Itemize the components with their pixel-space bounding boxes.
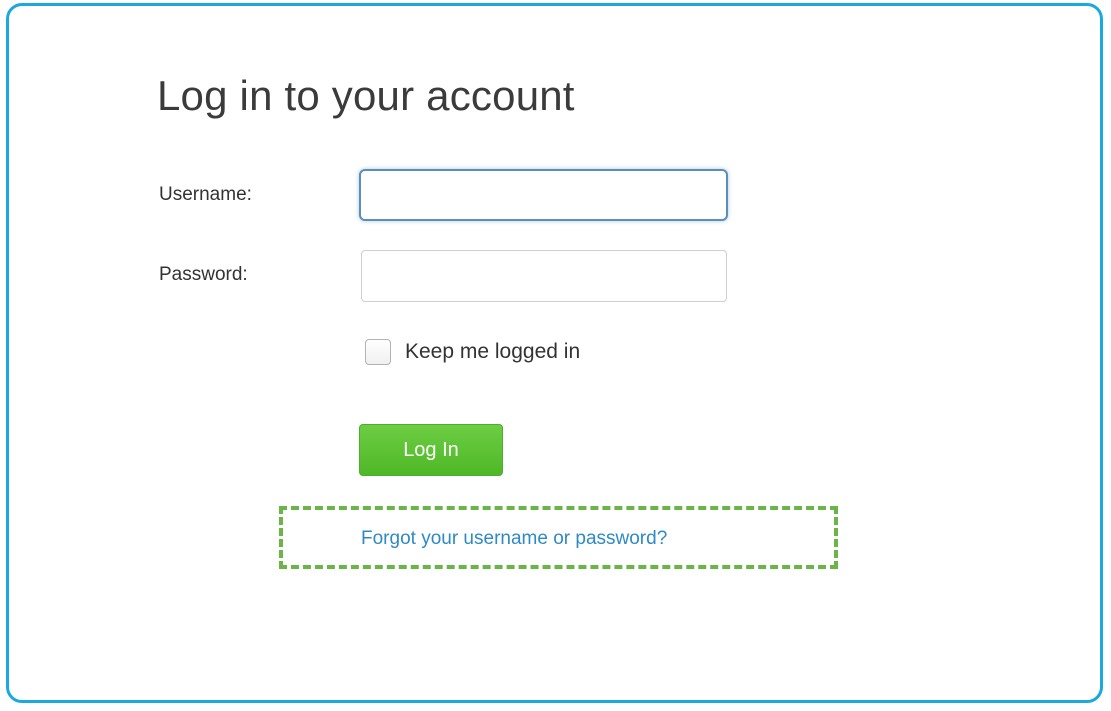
- keep-logged-in-label[interactable]: Keep me logged in: [405, 340, 580, 364]
- keep-logged-in-checkbox[interactable]: [365, 339, 391, 365]
- forgot-password-link[interactable]: Forgot your username or password?: [361, 528, 667, 550]
- username-label: Username:: [159, 184, 252, 205]
- username-field[interactable]: [359, 169, 728, 221]
- page-title: Log in to your account: [157, 72, 575, 119]
- login-button[interactable]: Log In: [359, 424, 503, 476]
- login-panel: Log in to your account Username: Passwor…: [6, 3, 1103, 703]
- password-label: Password:: [159, 264, 248, 285]
- password-field[interactable]: [361, 250, 727, 302]
